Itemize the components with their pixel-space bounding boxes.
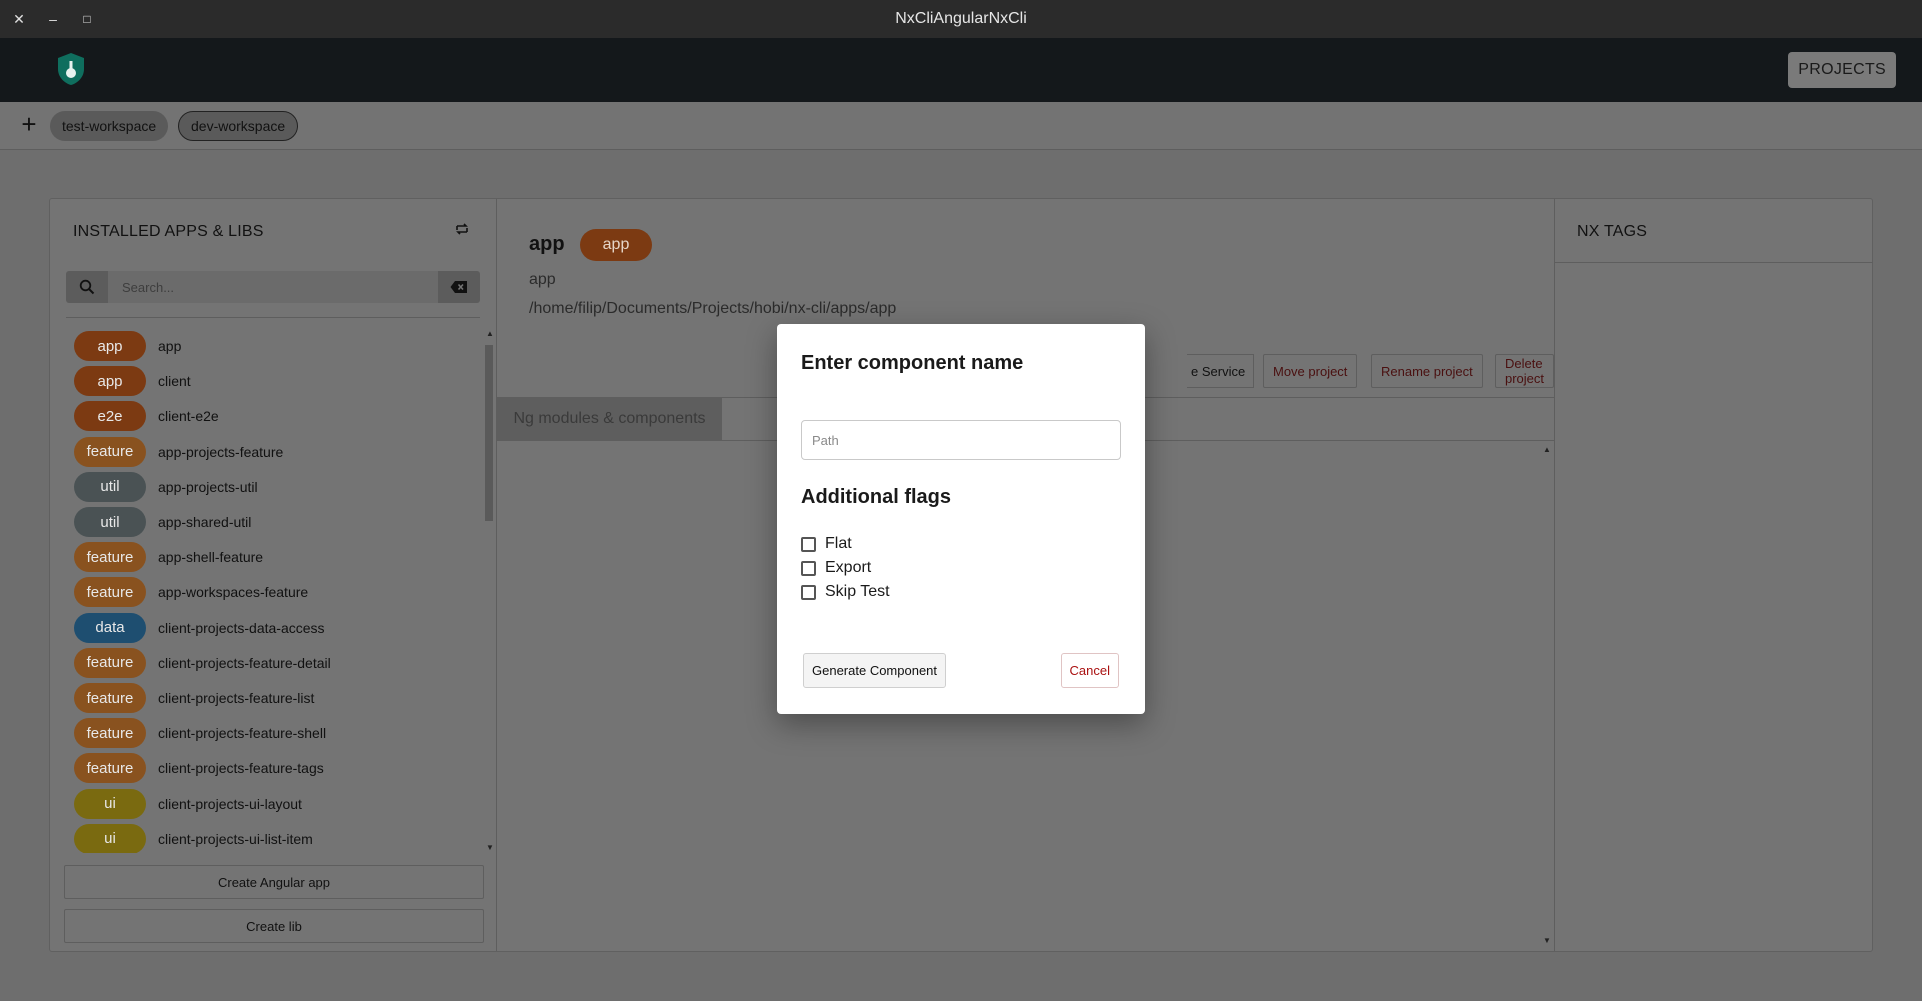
list-item-label: app-shared-util	[158, 514, 252, 530]
list-item-label: client-projects-ui-layout	[158, 795, 302, 812]
flat-checkbox[interactable]	[801, 536, 816, 552]
list-item-label: client-projects-ui-list-item	[158, 830, 313, 847]
list-item-label: client-projects-data-access	[158, 619, 325, 636]
flat-label: Flat	[825, 535, 852, 552]
skip-test-label: Skip Test	[825, 583, 890, 600]
cancel-button[interactable]: Cancel	[1060, 653, 1119, 688]
list-item-label: app-projects-feature	[158, 443, 284, 460]
project-type-badge: app	[74, 366, 146, 397]
project-type-badge: ui	[74, 788, 146, 819]
list-item-label: client-projects-feature-detail	[158, 654, 331, 671]
list-item[interactable]: feature client-projects-feature-tags	[74, 753, 324, 784]
list-item[interactable]: ui client-projects-ui-layout	[74, 788, 302, 819]
tags-divider	[1555, 262, 1873, 263]
list-item[interactable]: feature app-shell-feature	[74, 542, 264, 573]
installed-apps-panel: INSTALLED APPS & LIBS appappappcliente2e…	[50, 199, 497, 951]
project-type-badge: app	[580, 229, 652, 261]
delete-project-button[interactable]: Delete project	[1495, 354, 1555, 388]
project-path: /home/filip/Documents/Projects/hobi/nx-c…	[529, 300, 897, 317]
search-input[interactable]	[108, 271, 438, 303]
list-item[interactable]: data client-projects-data-access	[74, 612, 325, 643]
clear-search-icon[interactable]	[438, 271, 480, 303]
dialog-title: Enter component name	[801, 352, 1024, 374]
workspace-chip-dev[interactable]: dev-workspace	[178, 111, 299, 141]
workspace-chip-test[interactable]: test-workspace	[50, 111, 169, 141]
generate-component-button[interactable]: Generate Component	[803, 653, 947, 688]
nx-tags-title: NX TAGS	[1577, 223, 1648, 240]
list-item-label: client	[158, 373, 191, 390]
list-item[interactable]: e2e client-e2e	[74, 401, 219, 432]
project-type-badge: feature	[74, 647, 146, 678]
project-type-badge: feature	[74, 577, 146, 608]
list-item-label: app-projects-util	[158, 478, 258, 495]
project-type-badge: ui	[74, 823, 146, 853]
path-input[interactable]	[801, 420, 1121, 460]
create-lib-button[interactable]: Create lib	[64, 909, 484, 943]
list-item-label: client-projects-feature-list	[158, 690, 315, 706]
list-item[interactable]: app app	[74, 331, 181, 361]
list-item-label: client-projects-feature-tags	[158, 760, 324, 777]
project-type-badge: e2e	[74, 401, 146, 432]
list-item[interactable]: app client	[74, 366, 191, 397]
list-item[interactable]: ui client-projects-ui-list-item	[74, 823, 313, 853]
create-angular-app-button[interactable]: Create Angular app	[64, 865, 484, 899]
project-type-badge: feature	[74, 683, 146, 713]
add-workspace-icon[interactable]: +	[18, 111, 40, 137]
project-type-badge: util	[74, 507, 146, 537]
tab-ng-modules-components[interactable]: Ng modules & components	[497, 397, 722, 440]
window-title: NxCliAngularNxCli	[895, 10, 1027, 27]
generate-service-button[interactable]: e Service	[1187, 354, 1255, 388]
scroll-up-arrow-icon[interactable]: ▲	[486, 329, 494, 338]
app-header: PROJECTS	[0, 38, 1922, 102]
list-item[interactable]: feature app-workspaces-feature	[74, 577, 309, 608]
project-type-badge: feature	[74, 753, 146, 784]
apps-list: app app app client e2e client-e2e feature app-p…	[66, 325, 476, 853]
installed-apps-title: INSTALLED APPS & LIBS	[73, 223, 264, 240]
nx-shield-logo-icon[interactable]	[56, 52, 86, 86]
list-item-label: app-shell-feature	[158, 549, 264, 566]
skip-test-checkbox[interactable]	[801, 584, 816, 600]
flag-export[interactable]: Export	[801, 558, 871, 578]
project-name: app	[529, 233, 565, 255]
flag-flat[interactable]: Flat	[801, 534, 852, 554]
list-item[interactable]: feature app-projects-feature	[74, 436, 284, 467]
list-item[interactable]: feature client-projects-feature-list	[74, 683, 314, 713]
flag-skip-test[interactable]: Skip Test	[801, 582, 890, 602]
list-item-label: client-projects-feature-shell	[158, 725, 327, 742]
export-label: Export	[825, 559, 872, 576]
list-divider	[66, 317, 480, 318]
project-type-badge: app	[74, 331, 146, 361]
project-type-badge: data	[74, 612, 146, 643]
list-scrollbar-thumb[interactable]	[485, 345, 493, 521]
list-item-label: app	[158, 338, 182, 354]
content-scroll-down-icon[interactable]: ▼	[1543, 936, 1551, 945]
project-type-badge: util	[74, 471, 146, 502]
export-checkbox[interactable]	[801, 560, 816, 576]
list-item[interactable]: feature client-projects-feature-detail	[74, 647, 331, 678]
list-item[interactable]: util app-shared-util	[74, 507, 251, 537]
component-name-dialog: Enter component name Additional flags Fl…	[777, 324, 1145, 714]
search-bar	[66, 271, 480, 303]
project-type-badge: feature	[74, 718, 146, 749]
window-titlebar: ✕ – □ NxCliAngularNxCli	[0, 0, 1922, 38]
scroll-down-arrow-icon[interactable]: ▼	[486, 843, 494, 852]
project-type-badge: feature	[74, 436, 146, 467]
move-project-button[interactable]: Move project	[1263, 354, 1358, 388]
list-item-label: client-e2e	[158, 408, 219, 425]
workspace-bar: + test-workspace dev-workspace	[0, 102, 1922, 150]
additional-flags-title: Additional flags	[801, 486, 951, 508]
refresh-icon[interactable]	[454, 221, 472, 239]
rename-project-button[interactable]: Rename project	[1371, 354, 1483, 388]
search-icon[interactable]	[66, 271, 108, 303]
list-item-label: app-workspaces-feature	[158, 584, 309, 601]
nx-tags-panel: NX TAGS	[1554, 199, 1873, 951]
project-type-badge: feature	[74, 542, 146, 573]
list-item[interactable]: feature client-projects-feature-shell	[74, 718, 327, 749]
list-item[interactable]: util app-projects-util	[74, 471, 258, 502]
content-scroll-up-icon[interactable]: ▲	[1543, 445, 1551, 454]
project-subtitle: app	[529, 271, 556, 288]
projects-button[interactable]: PROJECTS	[1788, 52, 1896, 88]
